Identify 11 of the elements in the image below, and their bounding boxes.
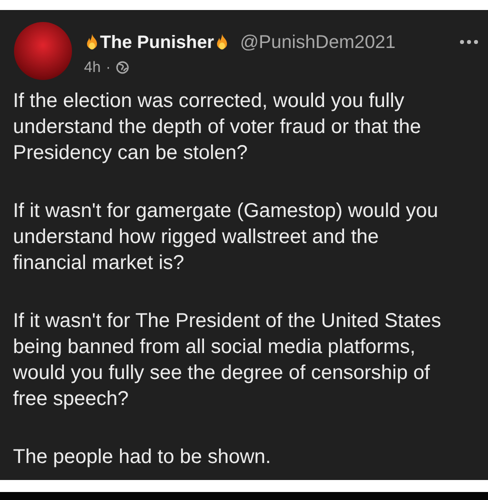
post-paragraph: If it wasn't for The President of the United States being banned from all social media platforms, would you fully see the degree of censorship of free speech?: [13, 309, 442, 412]
post-paragraph: If it wasn't for gamergate (Gamestop) would you understand how rigged wallstreet and the financial market is?: [13, 199, 440, 276]
post-paragraph: The people had to be shown.: [13, 445, 272, 470]
separator: ·: [106, 59, 111, 76]
post-paragraph: If the election was corrected, would you fully understand the depth of voter fraud or that the Presidency can be stolen?: [13, 89, 422, 166]
author-name[interactable]: The Punisher: [84, 32, 230, 52]
post-time: 4h: [84, 59, 101, 76]
more-icon[interactable]: [460, 40, 478, 44]
flame-icon: [84, 33, 100, 51]
globe-icon: [116, 61, 129, 74]
author-handle[interactable]: @PunishDem2021: [240, 31, 396, 53]
